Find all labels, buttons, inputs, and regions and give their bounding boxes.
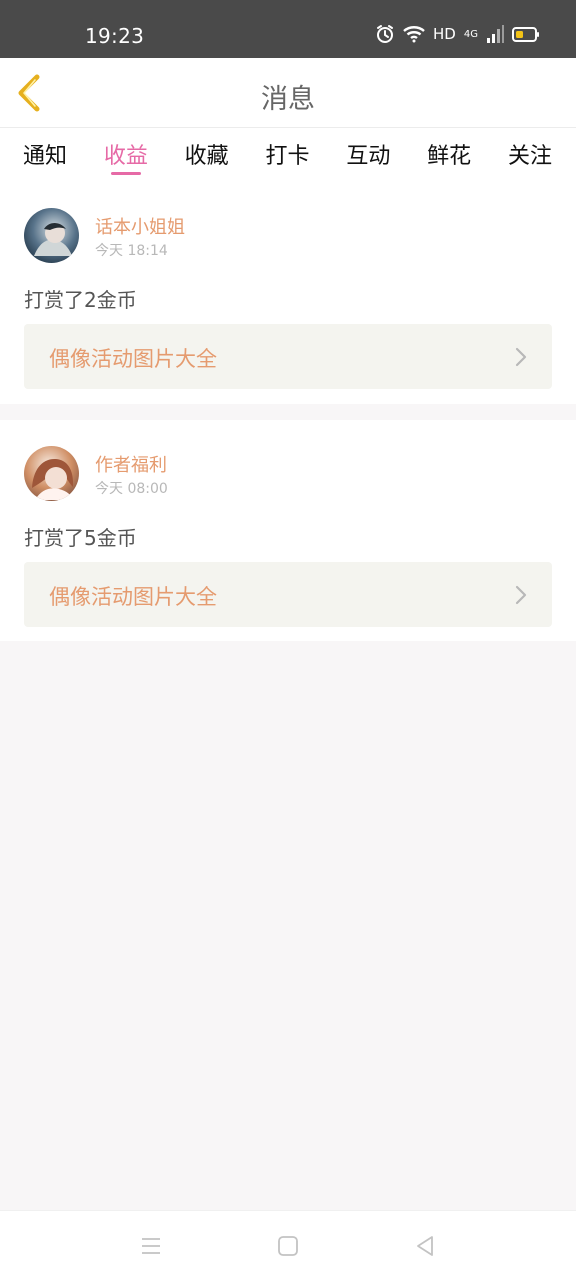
tab-notifications[interactable]: 通知 <box>23 128 67 182</box>
story-link-card[interactable]: 偶像活动图片大全 <box>24 324 552 389</box>
tab-interaction[interactable]: 互动 <box>346 128 390 182</box>
tab-following[interactable]: 关注 <box>508 128 552 182</box>
message-text: 打赏了5金币 <box>24 526 137 550</box>
status-bar: 19:23 HD 4G <box>0 0 576 58</box>
network-hd-label: HD <box>433 25 456 43</box>
message-time: 今天 08:00 <box>95 481 168 497</box>
home-icon <box>278 1236 298 1256</box>
header: 消息 <box>0 58 576 128</box>
message-tabs: 通知 收益 收藏 打卡 互动 鲜花 关注 <box>0 128 576 182</box>
story-link-card[interactable]: 偶像活动图片大全 <box>24 562 552 627</box>
message-time: 今天 18:14 <box>95 243 168 259</box>
network-type-label: 4G <box>463 28 478 40</box>
signal-icon <box>487 25 504 43</box>
tab-favorites[interactable]: 收藏 <box>185 128 229 182</box>
home-button[interactable] <box>276 1234 300 1258</box>
message-author[interactable]: 话本小姐姐 <box>95 213 185 239</box>
chevron-right-icon <box>515 585 527 605</box>
menu-icon <box>142 1238 160 1254</box>
battery-icon <box>512 26 539 42</box>
system-navigation-bar <box>0 1210 576 1280</box>
status-icons: HD 4G <box>375 24 540 44</box>
back-triangle-icon <box>417 1236 433 1256</box>
earnings-list: 话本小姐姐 今天 18:14 打赏了2金币 偶像活动图片大全 作者福利 今天 0… <box>0 182 576 641</box>
story-link-title: 偶像活动图片大全 <box>49 347 217 371</box>
tab-check-in[interactable]: 打卡 <box>265 128 309 182</box>
system-back-button[interactable] <box>413 1234 437 1258</box>
menu-button[interactable] <box>139 1234 163 1258</box>
avatar[interactable] <box>24 208 79 263</box>
message-text: 打赏了2金币 <box>24 288 137 312</box>
status-time: 19:23 <box>85 24 145 48</box>
alarm-icon <box>377 25 394 43</box>
avatar[interactable] <box>24 446 79 501</box>
tab-flowers[interactable]: 鲜花 <box>427 128 471 182</box>
chevron-right-icon <box>515 347 527 367</box>
message-author[interactable]: 作者福利 <box>95 451 167 477</box>
message-card: 话本小姐姐 今天 18:14 打赏了2金币 偶像活动图片大全 <box>0 182 576 404</box>
message-card: 作者福利 今天 08:00 打赏了5金币 偶像活动图片大全 <box>0 420 576 641</box>
page-title: 消息 <box>261 84 315 115</box>
tab-earnings[interactable]: 收益 <box>104 128 148 182</box>
wifi-icon <box>403 26 425 43</box>
story-link-title: 偶像活动图片大全 <box>49 585 217 609</box>
